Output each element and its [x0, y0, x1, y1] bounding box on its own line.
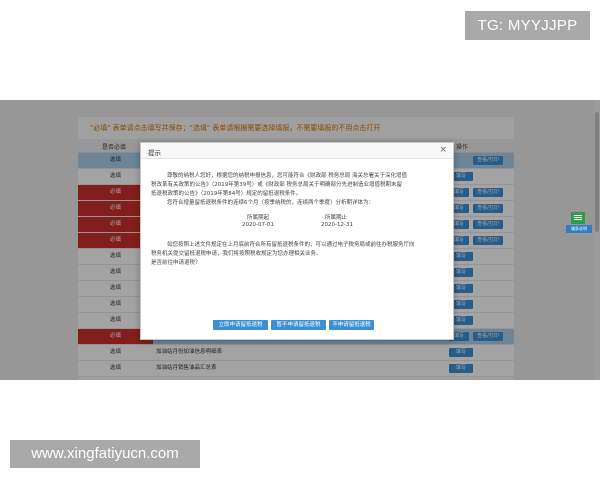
side-help-label: 辅条说明: [566, 225, 592, 233]
period-start-value: 2020-07-01: [242, 222, 274, 228]
refund-prompt-dialog: 提示 × 尊敬的纳税人您好，根据您的纳税申报信息，您可能符合《财政部 税务总局 …: [140, 142, 454, 340]
dialog-text-line-1: 尊敬的纳税人您好，根据您的纳税申报信息，您可能符合《财政部 税务总局 海关总署关…: [167, 173, 407, 179]
no-refund-button[interactable]: 不申请留抵退税: [329, 320, 374, 330]
close-icon[interactable]: ×: [439, 145, 447, 155]
period-end-label: 所属期止: [325, 215, 348, 221]
side-help-widget[interactable]: 辅条说明: [566, 212, 592, 234]
period-start-label: 所属期起: [247, 215, 270, 221]
apply-refund-button[interactable]: 立即申请留抵退税: [213, 320, 268, 330]
dialog-text-line-3: 抵退税政策的公告》（2019年第84号）规定的留抵退税条件。: [151, 191, 302, 197]
dialog-text-line-4: 您符合增量留抵退税条件的连续6个月（按季纳税的，连续两个季度）分析期详体为：: [167, 200, 375, 206]
dialog-text-line-6: 税务机关提交留抵退税申请，我们将按照税收规定为您办理相关业务。: [151, 251, 322, 257]
dialog-titlebar: 提示 ×: [141, 143, 453, 159]
watermark-bottom: www.xingfatiyucn.com: [10, 440, 200, 468]
watermark-top: TG: MYYJJPP: [465, 11, 590, 40]
skip-refund-button[interactable]: 暂不申请留抵退税: [271, 320, 326, 330]
dialog-text-line-2: 税改革有关政策的公告》（2019年第39号）或《财政部 税务总局关于明确部分先进…: [151, 182, 402, 188]
period-end-value: 2020-12-31: [321, 222, 353, 228]
dialog-text-line-7: 是否前往申请退税？: [151, 260, 201, 266]
document-icon: [571, 212, 585, 224]
dialog-text-line-5: 如您按照上述文件规定在上月底前符合所有留抵退税条件的，可以通过电子税务局或前往办…: [167, 242, 415, 248]
dialog-title: 提示: [148, 149, 161, 157]
